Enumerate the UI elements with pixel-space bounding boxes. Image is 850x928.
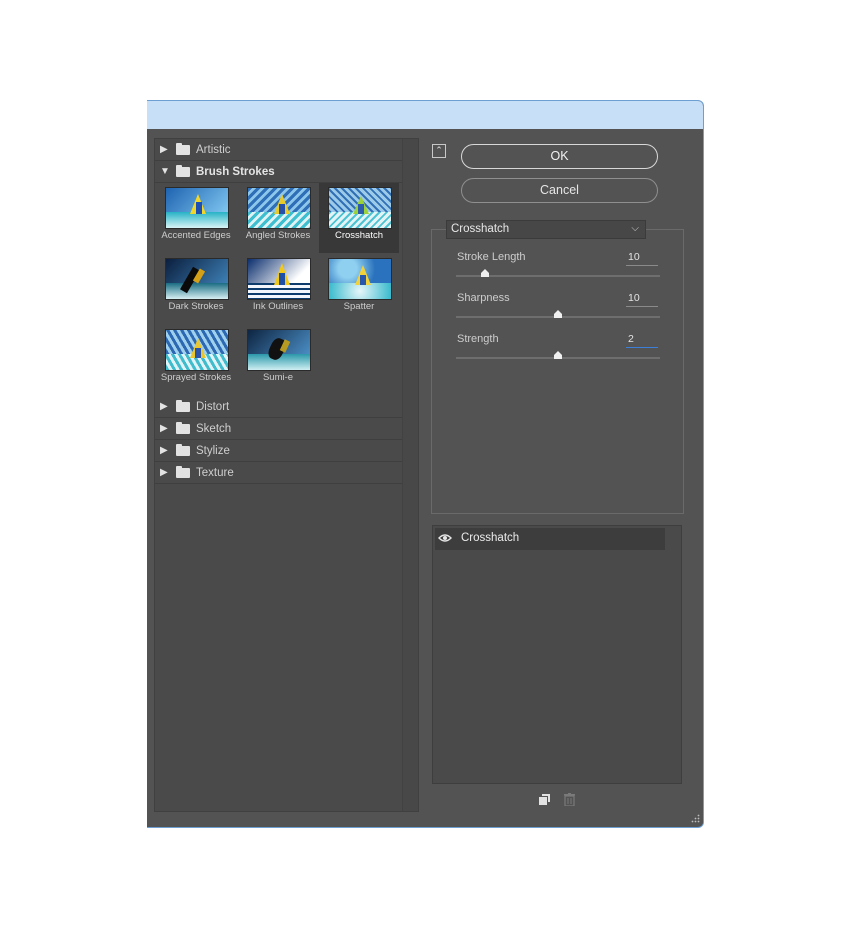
thumbnail-ink-outlines[interactable]: Ink Outlines xyxy=(238,254,318,324)
stroke-length-input[interactable]: 10 xyxy=(626,251,658,266)
ok-button[interactable]: OK xyxy=(461,144,658,169)
strength-label: Strength xyxy=(457,333,499,345)
eye-icon[interactable] xyxy=(438,532,454,546)
stroke-length-label: Stroke Length xyxy=(457,251,526,263)
thumbnail-spatter[interactable]: Spatter xyxy=(319,254,399,324)
category-label: Stylize xyxy=(196,444,230,457)
thumbnail-image xyxy=(328,258,392,300)
category-stylize[interactable]: ▶ Stylize xyxy=(155,440,402,462)
category-label: Sketch xyxy=(196,422,232,435)
filter-gallery-panel: ▶ Artistic ▼ Brush Strokes Accented Edge… xyxy=(154,138,419,812)
expand-arrow-icon[interactable]: ▶ xyxy=(160,401,170,412)
folder-icon xyxy=(176,142,190,155)
sharpness-label: Sharpness xyxy=(457,292,510,304)
thumbnail-label: Spatter xyxy=(343,301,375,312)
thumbnail-label: Sumi-e xyxy=(262,372,294,383)
expand-arrow-icon[interactable]: ▶ xyxy=(160,467,170,478)
thumbnail-image xyxy=(247,329,311,371)
category-brush-strokes[interactable]: ▼ Brush Strokes xyxy=(155,161,402,183)
sharpness-input[interactable]: 10 xyxy=(626,292,658,307)
category-label: Brush Strokes xyxy=(196,165,275,178)
thumbnail-image xyxy=(165,187,229,229)
thumbnail-crosshatch[interactable]: Crosshatch xyxy=(319,183,399,253)
thumbnail-label: Sprayed Strokes xyxy=(160,372,232,383)
filter-parameters-panel xyxy=(431,229,684,514)
effect-layer-row[interactable]: Crosshatch xyxy=(435,528,665,550)
thumbnail-image xyxy=(165,258,229,300)
effect-layer-name: Crosshatch xyxy=(461,532,520,544)
category-label: Artistic xyxy=(196,143,231,156)
sharpness-slider[interactable] xyxy=(456,310,660,318)
filter-select[interactable]: Crosshatch ⌵ xyxy=(446,220,646,239)
category-sketch[interactable]: ▶ Sketch xyxy=(155,418,402,440)
thumbnail-image xyxy=(247,258,311,300)
folder-icon xyxy=(176,399,190,412)
thumbnail-label: Dark Strokes xyxy=(168,301,224,312)
window-titlebar[interactable] xyxy=(147,101,703,129)
expand-arrow-icon[interactable]: ▶ xyxy=(160,144,170,155)
category-label: Distort xyxy=(196,400,230,413)
thumbnail-sumi-e[interactable]: Sumi-e xyxy=(238,325,318,395)
expand-arrow-icon[interactable]: ▶ xyxy=(160,423,170,434)
strength-slider[interactable] xyxy=(456,351,660,359)
thumbnail-accented-edges[interactable]: Accented Edges xyxy=(156,183,236,253)
trash-icon[interactable] xyxy=(564,793,575,807)
folder-icon xyxy=(176,421,190,434)
filter-gallery-dialog: ▶ Artistic ▼ Brush Strokes Accented Edge… xyxy=(147,129,703,826)
new-effect-layer-icon[interactable] xyxy=(539,794,550,805)
category-texture[interactable]: ▶ Texture xyxy=(155,462,402,484)
category-artistic[interactable]: ▶ Artistic xyxy=(155,139,402,161)
category-distort[interactable]: ▶ Distort xyxy=(155,396,402,418)
filter-gallery-window: ▶ Artistic ▼ Brush Strokes Accented Edge… xyxy=(147,100,704,828)
thumbnail-dark-strokes[interactable]: Dark Strokes xyxy=(156,254,236,324)
thumbnail-sprayed-strokes[interactable]: Sprayed Strokes xyxy=(156,325,236,395)
slider-knob[interactable] xyxy=(480,269,489,277)
stroke-length-slider[interactable] xyxy=(456,269,660,277)
folder-icon xyxy=(176,164,190,177)
gallery-scrollbar[interactable] xyxy=(402,139,418,811)
folder-icon xyxy=(176,443,190,456)
thumbnail-label: Crosshatch xyxy=(334,230,384,241)
filter-select-value: Crosshatch xyxy=(451,223,510,235)
folder-icon xyxy=(176,465,190,478)
expand-arrow-icon[interactable]: ▶ xyxy=(160,445,170,456)
cancel-button[interactable]: Cancel xyxy=(461,178,658,203)
slider-knob[interactable] xyxy=(554,351,562,359)
collapse-gallery-icon[interactable]: ⌃ xyxy=(432,144,446,158)
resize-grip-icon[interactable] xyxy=(691,814,700,823)
thumbnail-image xyxy=(328,187,392,229)
thumbnail-angled-strokes[interactable]: Angled Strokes xyxy=(238,183,318,253)
effect-layers-panel: Crosshatch xyxy=(432,525,682,784)
strength-input[interactable]: 2 xyxy=(626,333,658,348)
collapse-arrow-icon[interactable]: ▼ xyxy=(160,166,170,177)
chevron-down-icon: ⌵ xyxy=(631,223,639,234)
category-label: Texture xyxy=(196,466,234,479)
thumbnail-label: Angled Strokes xyxy=(245,230,311,241)
thumbnail-label: Ink Outlines xyxy=(252,301,304,312)
thumbnail-image xyxy=(247,187,311,229)
thumbnail-label: Accented Edges xyxy=(161,230,231,241)
thumbnail-image xyxy=(165,329,229,371)
slider-knob[interactable] xyxy=(554,310,562,318)
